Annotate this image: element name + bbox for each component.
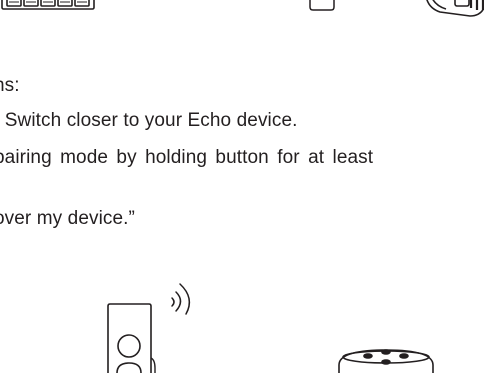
instruction-heading: ns: [0,75,20,96]
bottom-illustration-strip [107,283,434,373]
instruction-step-discover: over my device.” [0,208,135,229]
top-illustration-strip [1,0,484,17]
remote-control-icon [107,303,156,373]
smart-switch-illustration-icon [426,0,484,17]
instruction-step-pairing-mode: pairing mode by holding button for at le… [0,147,374,168]
instruction-step-move-closer: : Switch closer to your Echo device. [0,110,298,131]
hub-illustration-icon [1,0,95,10]
echo-speaker-icon [338,349,434,373]
wireless-signal-icon [171,283,191,315]
remote-illustration-icon [309,0,335,11]
